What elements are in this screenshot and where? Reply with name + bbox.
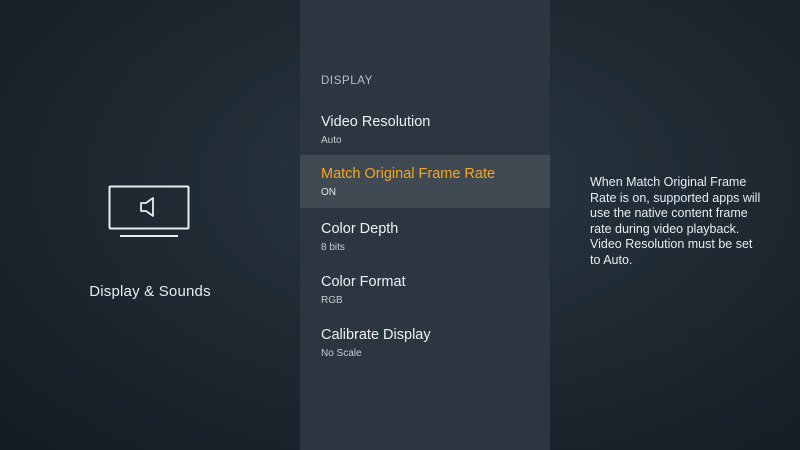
menu-item-value: 8 bits xyxy=(321,242,345,253)
section-header: DISPLAY xyxy=(321,75,373,87)
tv-sound-icon xyxy=(108,185,190,239)
menu-item-color-depth[interactable]: Color Depth 8 bits xyxy=(300,210,550,263)
category-title: Display & Sounds xyxy=(89,283,211,300)
settings-screen: Display & Sounds DISPLAY Video Resolutio… xyxy=(0,0,800,450)
settings-menu: DISPLAY Video Resolution Auto Match Orig… xyxy=(300,0,550,450)
menu-item-label: Color Format xyxy=(321,274,406,290)
menu-item-color-format[interactable]: Color Format RGB xyxy=(300,263,550,316)
menu-item-value: RGB xyxy=(321,295,343,306)
menu-item-value: No Scale xyxy=(321,348,362,359)
menu-item-label: Match Original Frame Rate xyxy=(321,166,496,182)
menu-item-label: Color Depth xyxy=(321,221,399,237)
menu-item-label: Video Resolution xyxy=(321,114,431,130)
menu-item-label: Calibrate Display xyxy=(321,327,431,343)
setting-description: When Match Original Frame Rate is on, su… xyxy=(590,175,761,267)
description-pane: When Match Original Frame Rate is on, su… xyxy=(550,0,800,450)
menu-item-calibrate-display[interactable]: Calibrate Display No Scale xyxy=(300,316,550,369)
menu-item-value: ON xyxy=(321,187,336,198)
menu-item-video-resolution[interactable]: Video Resolution Auto xyxy=(300,103,550,156)
category-pane: Display & Sounds xyxy=(0,0,300,450)
menu-item-match-original-frame-rate[interactable]: Match Original Frame Rate ON xyxy=(300,155,550,208)
menu-item-value: Auto xyxy=(321,135,342,146)
